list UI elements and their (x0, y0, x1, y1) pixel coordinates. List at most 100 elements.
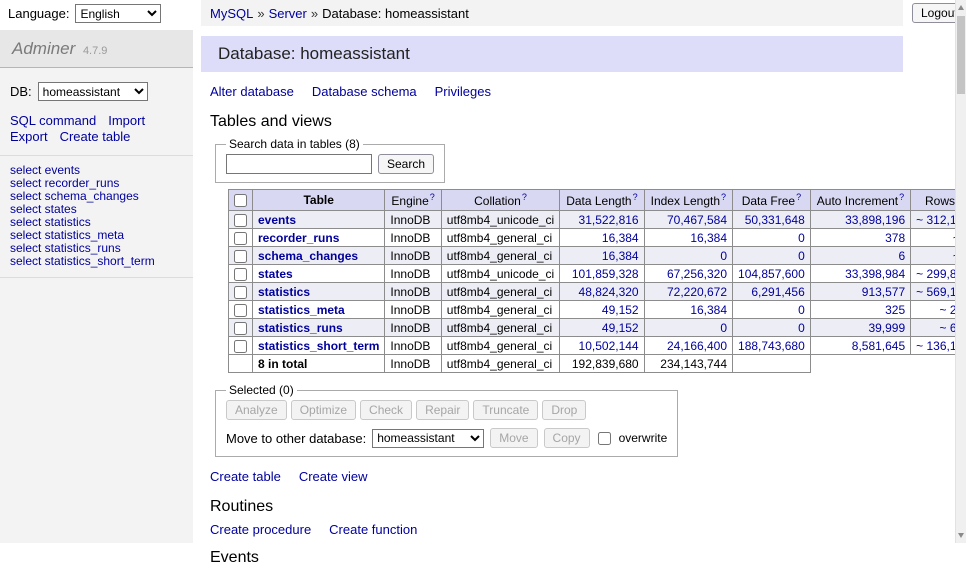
data-free-link[interactable]: 50,331,648 (745, 213, 805, 227)
scrollbar-down-arrow-icon[interactable] (958, 533, 964, 538)
data-length-link[interactable]: 49,152 (602, 321, 639, 335)
index-length-link[interactable]: 0 (720, 249, 727, 263)
auto-increment-link[interactable]: 325 (885, 303, 905, 317)
row-checkbox[interactable] (234, 304, 247, 317)
table-name-link[interactable]: schema_changes (258, 249, 358, 263)
table-name-link[interactable]: statistics (258, 285, 310, 299)
column-help-link[interactable]: ? (430, 192, 435, 202)
sidebar-action-link[interactable]: Import (108, 113, 145, 128)
search-input[interactable] (226, 154, 372, 174)
data-length-link[interactable]: 49,152 (602, 303, 639, 317)
sidebar-action-link[interactable]: SQL command (10, 113, 96, 128)
auto-increment-link[interactable]: 378 (885, 231, 905, 245)
row-checkbox[interactable] (234, 340, 247, 353)
data-free-cell: 50,331,648 (733, 211, 811, 229)
row-checkbox[interactable] (234, 214, 247, 227)
db-nav-link[interactable]: Privileges (435, 84, 491, 99)
index-length-link[interactable]: 16,384 (690, 231, 727, 245)
scrollbar-up-arrow-icon[interactable] (958, 5, 964, 10)
data-free-link[interactable]: 104,857,600 (738, 267, 805, 281)
db-label: DB: (10, 84, 32, 99)
data-length-link[interactable]: 101,859,328 (572, 267, 639, 281)
auto-increment-link[interactable]: 39,999 (868, 321, 905, 335)
create-link[interactable]: Create table (210, 469, 281, 484)
column-help-link[interactable]: ? (522, 192, 527, 202)
routine-link[interactable]: Create procedure (210, 522, 311, 537)
auto-increment-link[interactable]: 33,398,984 (845, 267, 905, 281)
column-label: Data Free (742, 194, 795, 208)
auto-increment-link[interactable]: 913,577 (862, 285, 905, 299)
auto-increment-link[interactable]: 6 (898, 249, 905, 263)
auto-increment-link[interactable]: 8,581,645 (852, 339, 905, 353)
move-label: Move to other database: (226, 431, 366, 446)
breadcrumb-link-mysql[interactable]: MySQL (210, 6, 253, 21)
sidebar-table-link[interactable]: select statistics_short_term (10, 255, 183, 268)
section-events-heading: Events (210, 549, 903, 567)
auto-increment-cell: 33,898,196 (810, 211, 910, 229)
table-name-link[interactable]: events (258, 213, 296, 227)
data-free-link[interactable]: 0 (798, 231, 805, 245)
table-name-link[interactable]: states (258, 267, 293, 281)
row-checkbox[interactable] (234, 232, 247, 245)
db-nav-link[interactable]: Alter database (210, 84, 294, 99)
row-checkbox[interactable] (234, 322, 247, 335)
move-button[interactable]: Move (490, 428, 537, 448)
selected-action-button[interactable]: Repair (416, 400, 469, 420)
table-name-link[interactable]: statistics_runs (258, 321, 343, 335)
scrollbar[interactable] (955, 0, 966, 543)
overwrite-label[interactable]: overwrite (619, 431, 668, 445)
routine-link[interactable]: Create function (329, 522, 417, 537)
db-nav-link[interactable]: Database schema (312, 84, 417, 99)
db-select[interactable]: homeassistant (38, 82, 148, 101)
auto-increment-cell: 325 (810, 301, 910, 319)
selected-action-button[interactable]: Analyze (226, 400, 287, 420)
selected-action-button[interactable]: Optimize (291, 400, 356, 420)
table-name-link[interactable]: statistics_meta (258, 303, 345, 317)
data-free-link[interactable]: 188,743,680 (738, 339, 805, 353)
row-checkbox[interactable] (234, 250, 247, 263)
data-length-link[interactable]: 16,384 (602, 231, 639, 245)
sidebar-table-links: select eventsselect recorder_runsselect … (0, 156, 193, 278)
selected-action-button[interactable]: Check (360, 400, 412, 420)
sidebar-action-link[interactable]: Export (10, 129, 48, 144)
data-length-link[interactable]: 31,522,816 (579, 213, 639, 227)
breadcrumb-link-server[interactable]: Server (269, 6, 307, 21)
data-free-link[interactable]: 6,291,456 (751, 285, 804, 299)
table-name-link[interactable]: statistics_short_term (258, 339, 379, 353)
index-length-link[interactable]: 72,220,672 (667, 285, 727, 299)
data-length-link[interactable]: 48,824,320 (579, 285, 639, 299)
sidebar-action-link[interactable]: Create table (60, 129, 131, 144)
overwrite-checkbox[interactable] (598, 432, 611, 445)
data-free-link[interactable]: 0 (798, 303, 805, 317)
row-checkbox[interactable] (234, 286, 247, 299)
index-length-link[interactable]: 24,166,400 (667, 339, 727, 353)
selected-action-button[interactable]: Drop (542, 400, 586, 420)
data-length-link[interactable]: 16,384 (602, 249, 639, 263)
index-length-link[interactable]: 70,467,584 (667, 213, 727, 227)
column-help-link[interactable]: ? (633, 192, 638, 202)
app-name[interactable]: Adminer (12, 39, 75, 58)
column-help-link[interactable]: ? (899, 192, 904, 202)
data-free-link[interactable]: 0 (798, 249, 805, 263)
language-select[interactable]: English (75, 4, 161, 23)
table-name-link[interactable]: recorder_runs (258, 231, 339, 245)
copy-button[interactable]: Copy (544, 428, 590, 448)
db-nav-links: Alter database Database schema Privileges (210, 84, 903, 99)
auto-increment-link[interactable]: 33,898,196 (845, 213, 905, 227)
index-length-link[interactable]: 0 (720, 321, 727, 335)
move-row: Move to other database: homeassistant Mo… (226, 428, 667, 448)
select-all-checkbox[interactable] (234, 194, 247, 207)
row-select-cell (229, 247, 253, 265)
index-length-link[interactable]: 16,384 (690, 303, 727, 317)
search-button[interactable]: Search (378, 154, 434, 174)
row-checkbox[interactable] (234, 268, 247, 281)
column-help-link[interactable]: ? (721, 192, 726, 202)
create-link[interactable]: Create view (299, 469, 368, 484)
data-free-link[interactable]: 0 (798, 321, 805, 335)
index-length-link[interactable]: 67,256,320 (667, 267, 727, 281)
move-db-select[interactable]: homeassistant (372, 429, 484, 448)
data-length-link[interactable]: 10,502,144 (579, 339, 639, 353)
selected-action-button[interactable]: Truncate (473, 400, 538, 420)
column-help-link[interactable]: ? (796, 192, 801, 202)
scrollbar-thumb[interactable] (957, 16, 965, 94)
